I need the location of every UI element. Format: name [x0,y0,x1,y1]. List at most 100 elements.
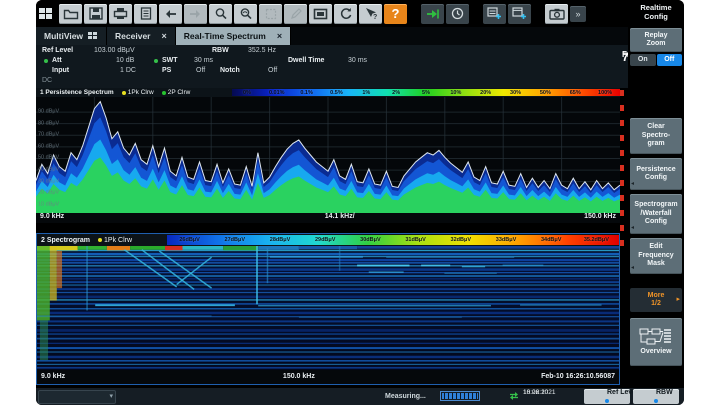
att-value[interactable]: 10 dB [116,57,134,64]
redo-icon [188,8,203,20]
persistence-display[interactable]: 90 dBμV80 dBμV70 dBμV60 dBμV50 dBμV40 dB… [36,97,620,213]
magnifier-icon [214,7,228,20]
scale-label: 0% [243,90,251,96]
zoom-reset-button[interactable] [234,4,257,24]
spectrogram-display[interactable] [37,246,619,370]
print-button[interactable] [109,4,132,24]
ref-level-label: Ref Level [42,47,73,54]
spectrogram-title-bar: 2 Spectrogram 1Pk Clrw 26dBμV27dBμV28dBμ… [37,234,619,246]
save-button[interactable] [84,4,107,24]
persistence-x-axis: 9.0 kHz 14.1 kHz/ 150.0 kHz [36,213,620,223]
tab-multiview[interactable]: MultiView [36,27,107,45]
folder-icon [63,7,79,20]
new-window-button[interactable] [508,4,531,24]
more-softkey[interactable]: More 1/2▸ [630,288,682,312]
swt-value[interactable]: 30 ms [194,57,213,64]
preset-button[interactable] [421,4,444,24]
softkey-label: Persistence Config [636,166,675,183]
report-button[interactable] [134,4,157,24]
replay-zoom-toggle: On Off [630,54,682,66]
rbw-key-button[interactable]: RBW [633,389,679,404]
document-icon [140,7,152,20]
persistence-scale-labels: 0%0.01%0.1%0.5%1%2%5%10%20%30%50%65%100% [232,89,620,96]
close-icon[interactable]: × [162,31,167,41]
tab-multiview-label: MultiView [44,31,83,41]
notch-value[interactable]: Off [268,67,277,74]
screenshot-button[interactable] [545,4,568,24]
window1-trace2-label: 2P Clrw [168,89,191,96]
scale-label: 30% [510,90,521,96]
help-button[interactable]: ? [384,4,407,24]
rbw-key-label: RBW [656,389,673,396]
message-dropdown[interactable]: ▾ [38,390,116,404]
help-pointer-button[interactable]: ? [359,4,382,24]
display-button[interactable] [309,4,332,24]
y-axis-label: 50 dBμV [38,155,59,161]
softkey-label: Spectrogram /Waterfall Config [634,201,677,226]
x-mid-label: 150.0 kHz [283,370,315,384]
scale-label: 26dBμV [179,237,199,243]
measuring-status: Measuring... [385,393,426,400]
refresh-button[interactable] [334,4,357,24]
scale-label: 34dBμV [541,237,561,243]
replay-zoom-on-button[interactable]: On [630,54,656,66]
trace1-color-dot [122,91,126,95]
input-value[interactable]: 1 DC [120,67,136,74]
clock-button[interactable] [446,4,469,24]
ps-value[interactable]: Off [196,67,205,74]
select-tool-button[interactable] [259,4,282,24]
redo-button[interactable] [184,4,207,24]
zoom-in-button[interactable] [209,4,232,24]
persistence-config-softkey[interactable]: Persistence Config◂ [630,158,682,190]
ref-level-key-button[interactable]: Ref Level [584,389,630,404]
annotate-tool-button[interactable] [284,4,307,24]
persistence-plot [36,97,620,213]
replay-zoom-off-button[interactable]: Off [657,54,683,66]
edit-frequency-mask-softkey[interactable]: Edit Frequency Mask◂ [630,238,682,274]
spectrogram-scale-labels: 26dBμV27dBμV28dBμV29dBμV30dBμV31dBμV32dB… [167,235,619,245]
y-axis-label: 80 dBμV [38,120,59,126]
y-axis-label: 60 dBμV [38,144,59,150]
overview-label: Overview [640,348,671,356]
scale-label: 29dBμV [315,237,335,243]
refresh-icon [339,7,353,20]
coupling-value: DC [42,77,52,84]
scale-label: 0.01% [269,90,285,96]
tab-receiver[interactable]: Receiver × [107,27,176,45]
camera-icon [549,8,565,20]
scale-label: 0.1% [300,90,313,96]
floppy-icon [89,7,103,20]
windows-logo-icon[interactable] [39,8,53,20]
window2-trace1-label: 1Pk Clrw [104,237,132,244]
scale-label: 35.2dBμV [584,237,609,243]
undo-icon [163,8,178,20]
analyzer-screen: ? ? » MultiView Receiver × Real-Time Spe… [36,0,684,405]
channel-tabs: MultiView Receiver × Real-Time Spectrum … [36,27,628,45]
clear-spectrogram-softkey[interactable]: Clear Spectro- gram [630,118,682,154]
clock-icon [451,7,464,20]
spectrogram-config-softkey[interactable]: Spectrogram /Waterfall Config◂ [630,194,682,234]
dwell-time-value[interactable]: 30 ms [348,57,367,64]
submenu-arrow-icon: ◂ [631,181,634,188]
submenu-arrow-icon: ◂ [631,265,634,272]
status-bar: ▾ Measuring... 10.02.2021 16:26:10 Ref L… [36,388,684,405]
scale-label: 27dBμV [225,237,245,243]
spectrogram-window[interactable]: 2 Spectrogram 1Pk Clrw 26dBμV27dBμV28dBμ… [36,233,620,385]
active-param-dot [654,399,658,403]
help-icon: ? [392,6,400,21]
active-param-dot [605,399,609,403]
rbw-value[interactable]: 352.5 Hz [248,47,276,54]
x-start-label: 9.0 kHz [40,213,64,220]
undo-button[interactable] [159,4,182,24]
persistence-spectrum-window[interactable]: 1 Persistence Spectrum 1Pk Clrw 2P Clrw … [36,88,620,223]
open-file-button[interactable] [59,4,82,24]
close-icon[interactable]: × [277,31,282,41]
overview-softkey[interactable]: Overview [630,318,682,366]
att-status-dot [44,59,48,63]
window-list-button[interactable]: » [570,6,586,22]
new-channel-button[interactable] [483,4,506,24]
ref-level-value[interactable]: 103.00 dBμV [94,47,135,54]
replay-zoom-softkey[interactable]: Replay Zoom [630,28,682,52]
tab-realtime-spectrum[interactable]: Real-Time Spectrum × [176,27,291,45]
input-label: Input [52,67,69,74]
